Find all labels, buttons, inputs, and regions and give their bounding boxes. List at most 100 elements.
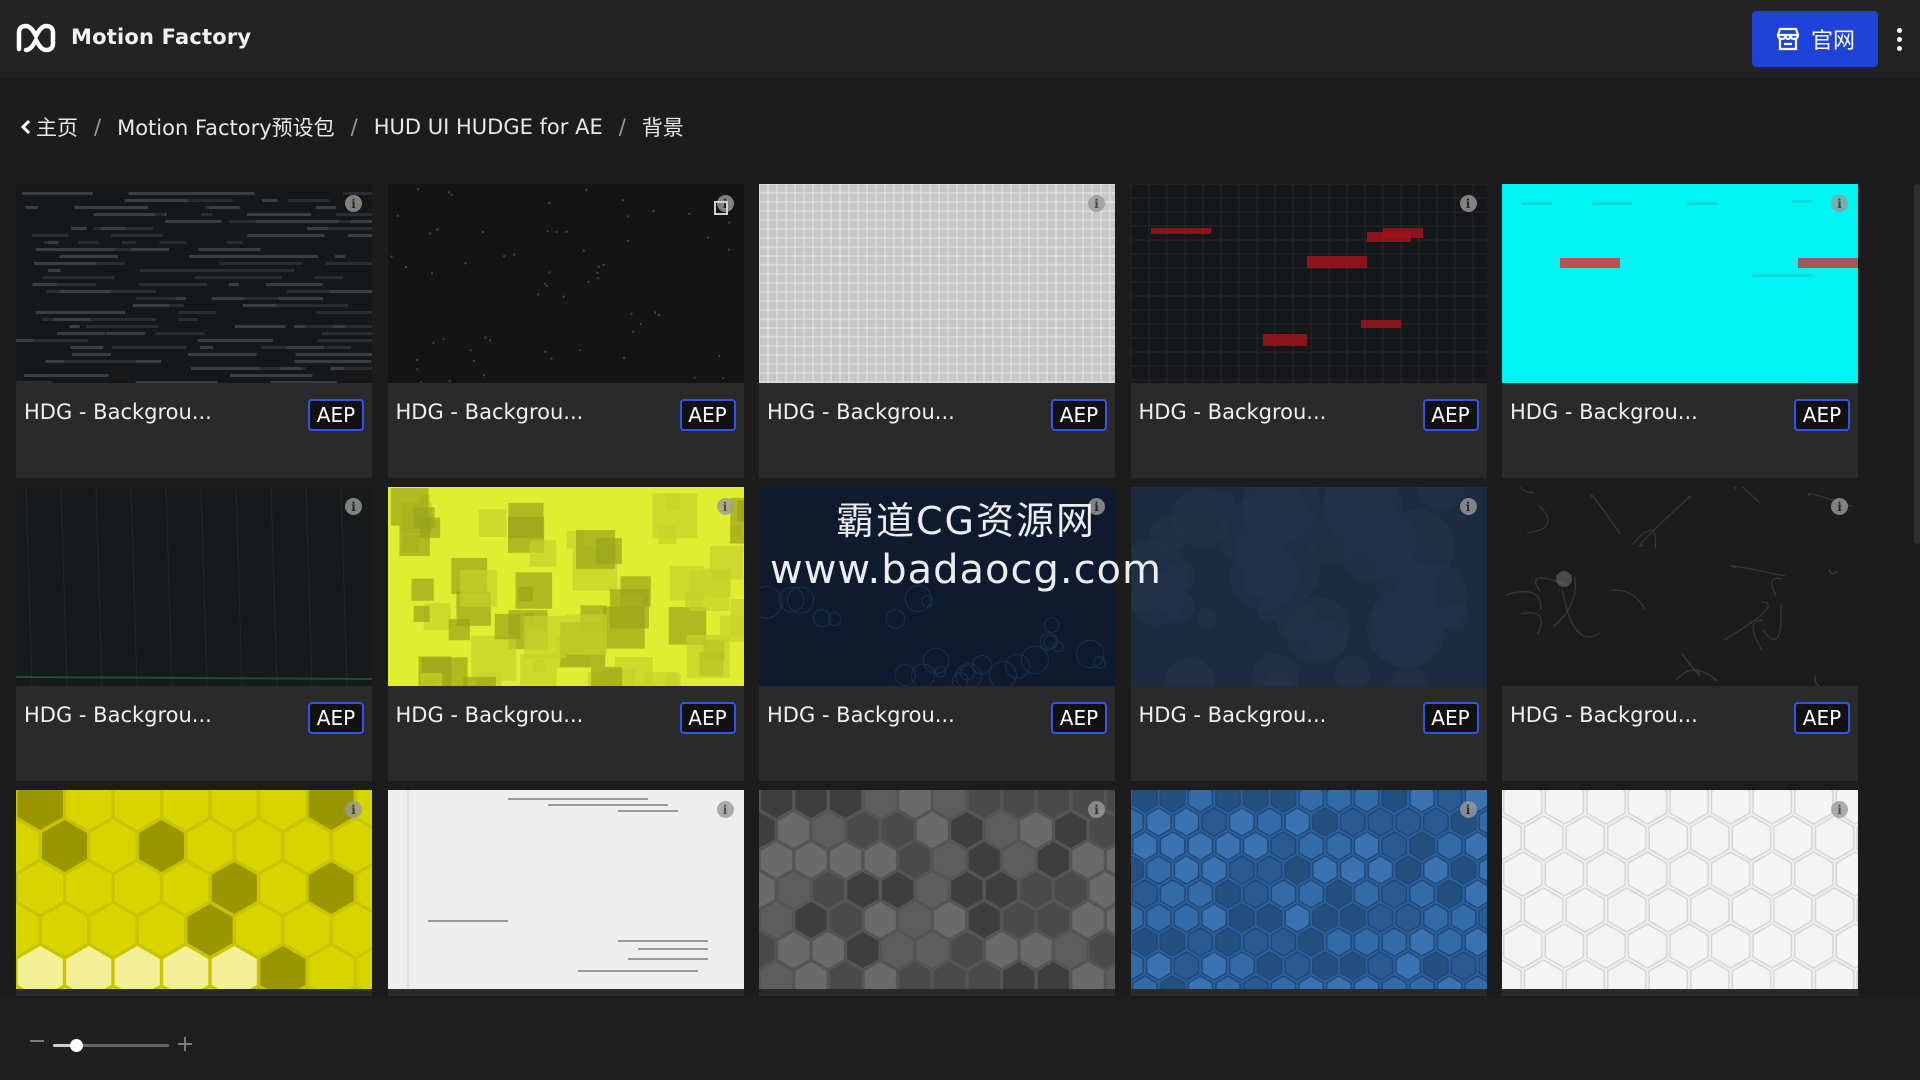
thumbnail-image — [1502, 487, 1858, 686]
thumbnail-image — [387, 790, 744, 989]
thumbnail-image — [16, 487, 372, 686]
info-icon[interactable]: i — [1831, 498, 1848, 515]
asset-thumbnail[interactable]: i — [16, 790, 372, 989]
more-vertical-icon — [1896, 27, 1902, 33]
format-badge: AEP — [679, 702, 736, 734]
asset-card[interactable]: i — [16, 790, 372, 996]
asset-thumbnail[interactable]: i — [387, 487, 744, 686]
zoom-slider[interactable] — [53, 1039, 169, 1052]
breadcrumb-current-background[interactable]: 背景 — [642, 112, 684, 142]
asset-title: HDG - Backgrou... — [395, 703, 584, 727]
info-icon[interactable]: i — [716, 801, 734, 818]
asset-card[interactable]: i HDG - Backgrou... AEP — [1130, 487, 1487, 781]
asset-title: HDG - Backgrou... — [767, 400, 955, 424]
asset-thumbnail[interactable]: i — [1502, 184, 1858, 383]
format-badge: AEP — [1051, 702, 1107, 734]
info-icon[interactable]: i — [345, 498, 362, 515]
info-icon[interactable]: i — [1459, 498, 1477, 515]
asset-card[interactable]: i HDG - Backgrou... AEP — [387, 487, 744, 781]
official-site-button[interactable]: 官网 — [1752, 11, 1878, 67]
asset-card[interactable]: i HDG - Backgrou... AEP — [387, 184, 744, 478]
motion-factory-logo-icon[interactable] — [16, 23, 56, 53]
asset-card[interactable]: i — [387, 790, 744, 996]
info-icon[interactable]: i — [1088, 801, 1105, 818]
official-site-label: 官网 — [1810, 29, 1855, 54]
thumbnail-image — [1130, 790, 1487, 989]
format-badge: AEP — [1422, 702, 1479, 734]
asset-thumbnail[interactable]: i — [16, 184, 372, 383]
thumbnail-image — [759, 790, 1115, 989]
asset-thumbnail[interactable]: i — [1130, 790, 1487, 989]
asset-card[interactable]: i HDG - Backgrou... AEP — [1130, 184, 1487, 478]
format-badge: AEP — [1051, 399, 1107, 431]
info-icon[interactable]: i — [345, 801, 362, 818]
asset-card[interactable]: i HDG - Backgrou... AEP — [16, 184, 372, 478]
asset-grid: i HDG - Backgrou... AEP i HDG - Backgrou... A… — [16, 184, 1860, 996]
breadcrumb-hud-ui-hudge[interactable]: HUD UI HUDGE for AE — [374, 115, 603, 139]
asset-thumbnail[interactable]: i — [759, 790, 1115, 989]
info-icon[interactable]: i — [1088, 195, 1105, 212]
asset-card[interactable]: i — [1130, 790, 1487, 996]
info-icon[interactable]: i — [1831, 195, 1848, 212]
thumbnail-image — [1130, 184, 1487, 383]
asset-thumbnail[interactable]: i — [387, 184, 744, 383]
format-badge: AEP — [1422, 399, 1479, 431]
store-icon — [1776, 27, 1800, 51]
breadcrumb-motion-factory-presets[interactable]: Motion Factory预设包 — [117, 112, 335, 142]
thumbnail-image — [1502, 184, 1858, 383]
asset-title: HDG - Backgrou... — [767, 703, 955, 727]
thumbnail-image — [759, 184, 1115, 383]
asset-title: HDG - Backgrou... — [1510, 703, 1698, 727]
breadcrumb-separator: / — [350, 115, 358, 139]
asset-card[interactable]: i — [759, 790, 1115, 996]
info-icon[interactable]: i — [1088, 498, 1105, 515]
thumbnail-image — [759, 487, 1115, 686]
asset-card[interactable]: i — [1502, 790, 1858, 996]
breadcrumb-home[interactable]: 主页 — [36, 112, 78, 142]
copy-icon[interactable] — [713, 201, 728, 215]
thumbnail-image — [1502, 790, 1858, 989]
asset-thumbnail[interactable]: i — [1502, 790, 1858, 989]
breadcrumb-separator: / — [94, 115, 102, 139]
asset-thumbnail[interactable]: i — [1130, 184, 1487, 383]
asset-title: HDG - Backgrou... — [1138, 703, 1327, 727]
asset-card[interactable]: i HDG - Backgrou... AEP — [16, 487, 372, 781]
breadcrumb-separator: / — [618, 115, 626, 139]
asset-thumbnail[interactable]: i — [1130, 487, 1487, 686]
breadcrumb: 主页 / Motion Factory预设包 / HUD UI HUDGE fo… — [20, 112, 684, 142]
asset-thumbnail[interactable]: i — [759, 487, 1115, 686]
zoom-in-icon[interactable] — [178, 1037, 192, 1051]
asset-title: HDG - Backgrou... — [1138, 400, 1327, 424]
thumbnail-image — [16, 790, 372, 989]
footer-bar — [0, 998, 1920, 1080]
asset-title: HDG - Backgrou... — [1510, 400, 1698, 424]
asset-thumbnail[interactable]: i — [1502, 487, 1858, 686]
format-badge: AEP — [679, 399, 736, 431]
format-badge: AEP — [308, 702, 364, 734]
info-icon[interactable]: i — [345, 195, 362, 212]
asset-card[interactable]: i HDG - Backgrou... AEP — [759, 487, 1115, 781]
asset-thumbnail[interactable]: i — [387, 790, 744, 989]
thumbnail-image — [16, 184, 372, 383]
asset-card[interactable]: i HDG - Backgrou... AEP — [1502, 184, 1858, 478]
chevron-left-icon[interactable] — [20, 119, 32, 135]
vertical-scrollbar[interactable] — [1914, 184, 1920, 544]
top-bar: Motion Factory 官网 — [0, 0, 1920, 77]
asset-title: HDG - Backgrou... — [24, 400, 212, 424]
info-icon[interactable]: i — [716, 498, 734, 515]
format-badge: AEP — [308, 399, 364, 431]
asset-thumbnail[interactable]: i — [16, 487, 372, 686]
info-icon[interactable]: i — [1831, 801, 1848, 818]
info-icon[interactable]: i — [1459, 195, 1477, 212]
zoom-out-icon[interactable] — [30, 1040, 44, 1042]
format-badge: AEP — [1794, 399, 1850, 431]
asset-card[interactable]: i HDG - Backgrou... AEP — [1502, 487, 1858, 781]
more-options-button[interactable] — [1890, 22, 1908, 56]
app-title[interactable]: Motion Factory — [71, 25, 251, 49]
asset-card[interactable]: i HDG - Backgrou... AEP — [759, 184, 1115, 478]
info-icon[interactable]: i — [1459, 801, 1477, 818]
asset-title: HDG - Backgrou... — [24, 703, 212, 727]
asset-thumbnail[interactable]: i — [759, 184, 1115, 383]
thumbnail-image — [387, 487, 744, 686]
format-badge: AEP — [1794, 702, 1850, 734]
